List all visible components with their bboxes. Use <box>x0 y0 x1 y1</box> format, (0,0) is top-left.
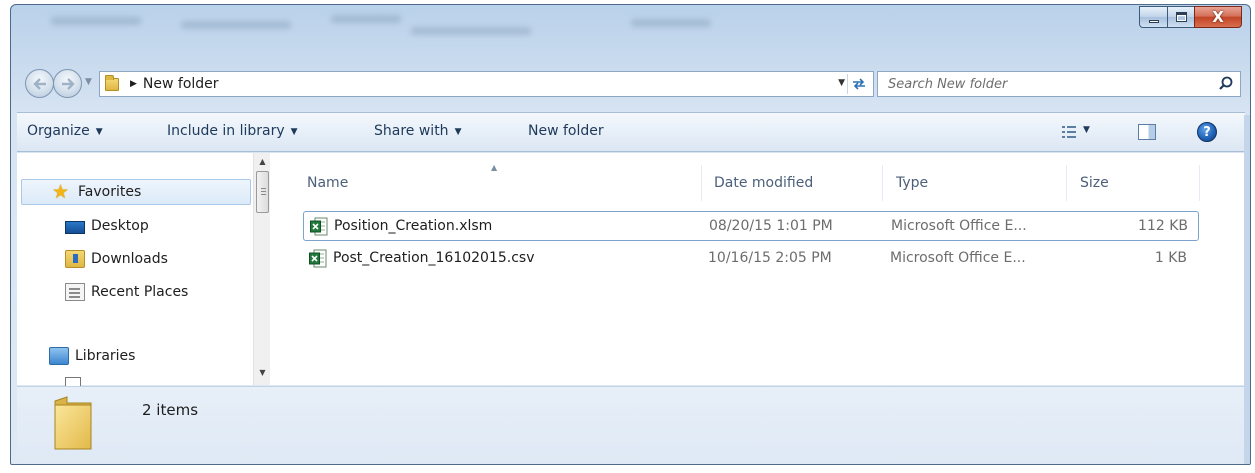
share-with-label: Share with <box>374 123 449 139</box>
caption-buttons: X <box>1139 6 1242 28</box>
command-toolbar: Organize ▼ Include in library ▼ Share with… <box>17 112 1245 152</box>
navigation-pane: ★ Favorites Desktop Downloads Recent Pla… <box>17 153 253 395</box>
refresh-icon <box>852 78 865 90</box>
title-bar-background <box>31 9 731 49</box>
close-button[interactable]: X <box>1194 6 1242 28</box>
minimize-icon <box>1148 19 1159 23</box>
back-button[interactable] <box>25 69 54 98</box>
sidebar-item-downloads[interactable]: Downloads <box>65 246 168 272</box>
grip-icon <box>261 188 266 189</box>
file-name: Position_Creation.xlsm <box>334 218 493 234</box>
window-frame <box>1244 115 1250 464</box>
recent-pages-dropdown[interactable]: ▼ <box>85 77 92 87</box>
back-arrow-icon <box>32 77 46 90</box>
file-type: Microsoft Office E... <box>890 250 1026 266</box>
chevron-down-icon: ▼ <box>454 127 462 137</box>
new-folder-label: New folder <box>528 123 604 139</box>
breadcrumb-separator-icon[interactable]: ▶ <box>130 79 137 89</box>
libraries-icon <box>49 347 69 365</box>
excel-file-icon <box>309 249 327 268</box>
recent-places-icon <box>65 283 85 301</box>
column-divider[interactable] <box>1066 165 1067 201</box>
address-dropdown-icon[interactable]: ▼ <box>838 78 845 88</box>
file-type: Microsoft Office E... <box>891 218 1027 234</box>
preview-pane-icon[interactable] <box>1138 124 1156 140</box>
column-header-size[interactable]: Size <box>1080 175 1109 191</box>
navigation-scrollbar[interactable]: ▲ ▼ <box>253 153 270 385</box>
desktop-icon <box>65 220 85 234</box>
chevron-down-icon: ▼ <box>290 127 298 137</box>
include-in-library-label: Include in library <box>167 123 285 139</box>
sidebar-item-label: Favorites <box>78 184 142 200</box>
search-icon[interactable] <box>1217 75 1235 93</box>
folder-icon <box>105 74 119 91</box>
excel-file-icon <box>310 217 328 236</box>
column-header-date-modified[interactable]: Date modified <box>714 175 813 191</box>
change-view-icon[interactable] <box>1061 125 1077 139</box>
sidebar-item-desktop[interactable]: Desktop <box>65 213 149 239</box>
share-with-menu[interactable]: Share with ▼ <box>374 123 461 139</box>
item-count: 2 items <box>142 401 199 419</box>
column-divider[interactable] <box>701 165 702 201</box>
sidebar-item-favorites[interactable]: ★ Favorites <box>21 179 251 205</box>
file-date-modified: 10/16/15 2:05 PM <box>708 250 832 266</box>
sidebar-item-label: Desktop <box>91 218 149 234</box>
column-divider[interactable] <box>1199 165 1200 201</box>
column-header-type[interactable]: Type <box>896 175 928 191</box>
details-pane: 2 items <box>17 386 1245 464</box>
file-size: 112 KB <box>1138 218 1188 234</box>
forward-arrow-icon <box>61 77 75 90</box>
maximize-icon <box>1175 12 1187 22</box>
table-row[interactable]: Position_Creation.xlsm 08/20/15 1:01 PM … <box>303 211 1199 241</box>
chevron-down-icon: ▼ <box>95 127 103 137</box>
close-icon: X <box>1212 8 1224 26</box>
scrollbar-thumb[interactable] <box>256 171 269 213</box>
file-name: Post_Creation_16102015.csv <box>333 250 535 266</box>
scroll-down-arrow-icon[interactable]: ▼ <box>254 364 271 381</box>
sidebar-item-recent-places[interactable]: Recent Places <box>65 279 188 305</box>
sidebar-item-label: Downloads <box>91 251 168 267</box>
sidebar-item-label: Libraries <box>75 348 136 364</box>
folder-icon <box>54 396 92 450</box>
minimize-button[interactable] <box>1139 6 1167 28</box>
view-options-dropdown[interactable]: ▼ <box>1083 125 1090 135</box>
address-bar[interactable]: ▶ New folder ▼ <box>99 71 874 97</box>
refresh-button[interactable] <box>847 74 869 94</box>
column-divider[interactable] <box>882 165 883 201</box>
star-icon: ★ <box>52 181 70 203</box>
breadcrumb-current-folder[interactable]: New folder <box>143 76 219 92</box>
navigation-bar: ▼ ▶ New folder ▼ <box>11 67 1250 101</box>
file-date-modified: 08/20/15 1:01 PM <box>709 218 833 234</box>
content-area: ★ Favorites Desktop Downloads Recent Pla… <box>17 153 1245 395</box>
search-box <box>877 71 1241 97</box>
scroll-up-arrow-icon[interactable]: ▲ <box>254 153 271 170</box>
downloads-icon <box>65 250 85 268</box>
organize-label: Organize <box>27 123 90 139</box>
column-header-name[interactable]: Name <box>307 175 348 191</box>
sort-ascending-icon: ▲ <box>491 163 498 172</box>
file-size: 1 KB <box>1154 250 1187 266</box>
file-list: ▲ Name Date modified Type Size Position_… <box>271 153 1245 385</box>
include-in-library-menu[interactable]: Include in library ▼ <box>167 123 298 139</box>
organize-menu[interactable]: Organize ▼ <box>27 123 103 139</box>
new-folder-button[interactable]: New folder <box>528 123 604 139</box>
forward-button[interactable] <box>53 69 82 98</box>
explorer-window: X ▼ ▶ New folder ▼ Organize▼ Include <box>10 4 1251 465</box>
maximize-button[interactable] <box>1167 6 1194 28</box>
table-row[interactable]: Post_Creation_16102015.csv 10/16/15 2:05… <box>303 244 1199 274</box>
sidebar-item-label: Recent Places <box>91 284 189 300</box>
help-icon[interactable]: ? <box>1197 122 1217 142</box>
sidebar-item-libraries[interactable]: Libraries <box>49 343 135 369</box>
search-input[interactable] <box>878 76 1198 92</box>
